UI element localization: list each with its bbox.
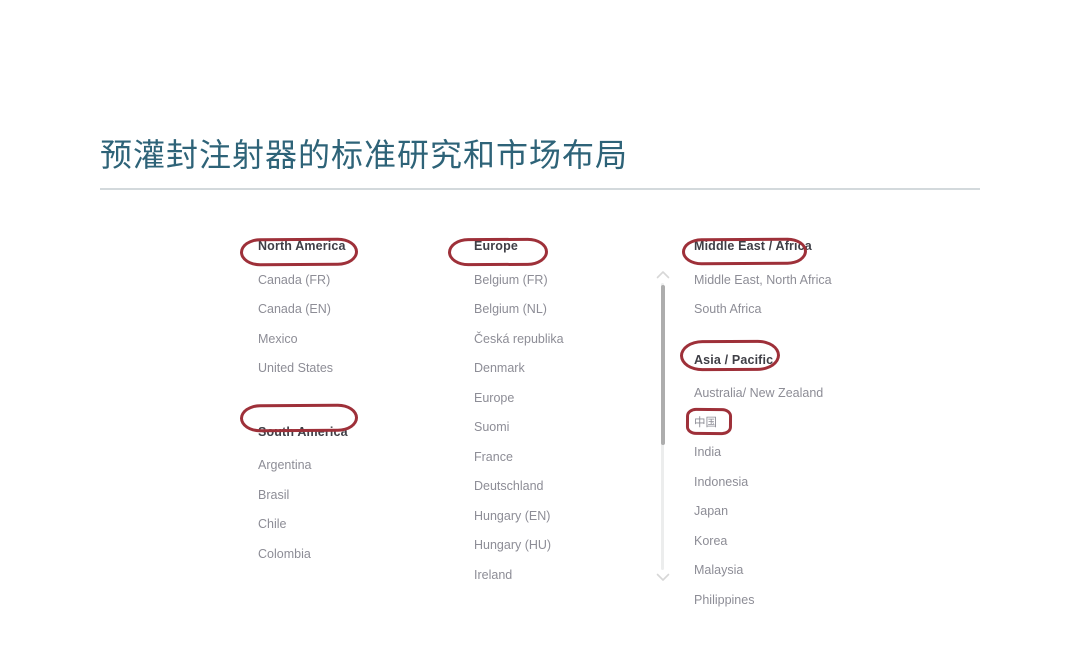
- locale-item[interactable]: Brasil: [258, 481, 448, 511]
- locale-picker: North America Canada (FR) Canada (EN) Me…: [0, 0, 1080, 647]
- locale-item-china[interactable]: 中国: [694, 409, 924, 439]
- locale-group-asia-pacific: Asia / Pacific Australia/ New Zealand 中国…: [694, 350, 924, 616]
- locale-item[interactable]: Deutschland: [474, 472, 649, 502]
- locale-item[interactable]: Indonesia: [694, 468, 924, 498]
- locale-item[interactable]: France: [474, 443, 649, 473]
- locale-item[interactable]: Malaysia: [694, 556, 924, 586]
- locale-item[interactable]: Chile: [258, 510, 448, 540]
- locale-group-europe: Europe Belgium (FR) Belgium (NL) Česká r…: [474, 236, 649, 590]
- locale-item[interactable]: Belgium (FR): [474, 266, 649, 296]
- locale-item[interactable]: Hungary (EN): [474, 502, 649, 532]
- group-heading-middle-east-africa[interactable]: Middle East / Africa: [694, 236, 924, 256]
- locale-item[interactable]: Denmark: [474, 354, 649, 384]
- locale-item[interactable]: Japan: [694, 497, 924, 527]
- locale-item[interactable]: Canada (EN): [258, 295, 448, 325]
- locale-item[interactable]: Philippines: [694, 586, 924, 616]
- locale-item[interactable]: Argentina: [258, 451, 448, 481]
- locale-item[interactable]: Ireland: [474, 561, 649, 591]
- locale-item[interactable]: South Africa: [694, 295, 924, 325]
- locale-item[interactable]: Korea: [694, 527, 924, 557]
- locale-item[interactable]: Australia/ New Zealand: [694, 379, 924, 409]
- locale-group-middle-east-africa: Middle East / Africa Middle East, North …: [694, 236, 924, 325]
- locale-column-americas: North America Canada (FR) Canada (EN) Me…: [258, 236, 448, 569]
- group-heading-north-america[interactable]: North America: [258, 236, 448, 256]
- locale-item[interactable]: Europe: [474, 384, 649, 414]
- chevron-up-icon[interactable]: [656, 270, 670, 279]
- locale-item[interactable]: Suomi: [474, 413, 649, 443]
- locale-group-south-america: South America Argentina Brasil Chile Col…: [258, 422, 448, 570]
- vertical-scrollbar[interactable]: [655, 270, 671, 582]
- locale-item[interactable]: Canada (FR): [258, 266, 448, 296]
- locale-item[interactable]: Česká republika: [474, 325, 649, 355]
- locale-group-north-america: North America Canada (FR) Canada (EN) Me…: [258, 236, 448, 384]
- locale-item[interactable]: Belgium (NL): [474, 295, 649, 325]
- slide-canvas: 预灌封注射器的标准研究和市场布局 North America Canada (F…: [0, 0, 1080, 647]
- locale-item[interactable]: Hungary (HU): [474, 531, 649, 561]
- scrollbar-thumb[interactable]: [661, 285, 665, 445]
- group-heading-south-america[interactable]: South America: [258, 422, 448, 442]
- locale-item[interactable]: India: [694, 438, 924, 468]
- locale-item[interactable]: Middle East, North Africa: [694, 266, 924, 296]
- locale-column-apac-mea: Middle East / Africa Middle East, North …: [694, 236, 924, 615]
- group-heading-asia-pacific[interactable]: Asia / Pacific: [694, 350, 924, 370]
- locale-item[interactable]: Mexico: [258, 325, 448, 355]
- locale-column-europe: Europe Belgium (FR) Belgium (NL) Česká r…: [474, 236, 649, 590]
- locale-item[interactable]: United States: [258, 354, 448, 384]
- locale-item[interactable]: Colombia: [258, 540, 448, 570]
- group-heading-europe[interactable]: Europe: [474, 236, 649, 256]
- chevron-down-icon[interactable]: [656, 573, 670, 582]
